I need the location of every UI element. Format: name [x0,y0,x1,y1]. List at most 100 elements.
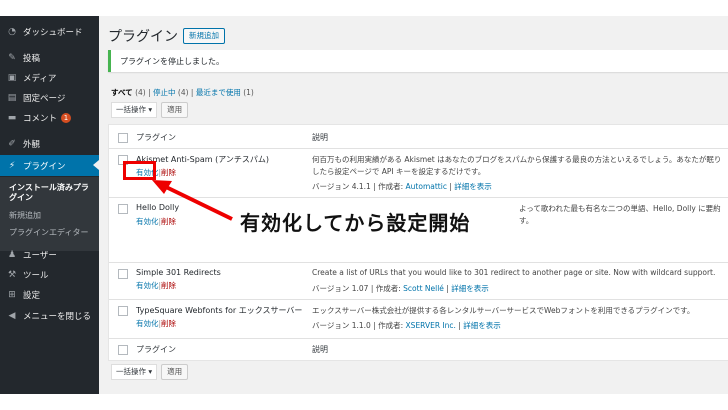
bulk-actions-top: 一括操作 ▾ 適用 [111,102,189,118]
filter-all-count: (4) [135,88,146,97]
notice-text: プラグインを停止しました。 [120,57,224,66]
select-all-checkbox-footer[interactable] [118,345,128,355]
submenu-plugin-editor[interactable]: プラグインエディター [9,227,88,238]
column-header-plugin: プラグイン [136,133,176,142]
plugin-name: TypeSquare Webfonts for エックスサーバー [136,306,303,315]
admin-sidebar: ◔ ダッシュボード ✎ 投稿 ▣ メディア ▤ 固定ページ ▬ コメント 1 ✐ 外観 ⚡ プラ… [0,16,99,394]
author-link[interactable]: Scott Nellé [403,284,444,293]
view-details-link[interactable]: 詳細を表示 [454,182,492,191]
plugin-meta: バージョン 1.1.0 | 作成者: XSERVER Inc. | 詳細を表示 [312,321,501,330]
sidebar-item-label: 投稿 [23,54,41,64]
sidebar-item-label: メディア [23,74,57,84]
author-label: 作成者: [378,182,404,191]
success-notice: プラグインを停止しました。 [108,50,728,72]
delete-link[interactable]: 削除 [161,168,176,177]
add-new-button[interactable]: 新規追加 [183,28,225,44]
plugin-meta: バージョン 1.07 | 作成者: Scott Nellé | 詳細を表示 [312,284,489,293]
filter-separator: | [190,88,194,97]
view-details-link[interactable]: 詳細を表示 [463,321,501,330]
filter-separator: | [148,88,151,97]
divider [109,338,728,339]
submenu-add-new[interactable]: 新規追加 [9,210,41,221]
sidebar-item-users[interactable]: ♟ ユーザー [0,245,99,265]
plugin-name: Hello Dolly [136,203,180,212]
filter-inactive-count: (4) [177,88,189,97]
sidebar-item-posts[interactable]: ✎ 投稿 [0,48,99,68]
media-icon: ▣ [7,73,17,83]
sidebar-item-label: 設定 [23,291,41,301]
settings-icon: ⊞ [8,290,16,300]
sidebar-item-label: ダッシュボード [23,28,83,38]
bulk-action-select[interactable]: 一括操作 ▾ [111,364,158,380]
view-details-link[interactable]: 詳細を表示 [451,284,489,293]
select-all-checkbox[interactable] [118,133,128,143]
plugin-actions: 有効化|削除 [136,280,176,291]
sidebar-item-comments[interactable]: ▬ コメント 1 [0,108,99,128]
main-content: プラグイン 新規追加 プラグインを停止しました。 すべて (4) | 停止中 (… [99,16,728,394]
comment-icon: ▬ [7,113,17,123]
filter-recent-count: (1) [243,88,254,97]
plugin-description-cont: す。 [519,216,534,225]
plugin-actions: 有効化|削除 [136,318,176,329]
plugins-table: プラグイン 説明 Akismet Anti-Spam (アンチスパム) 有効化|… [108,124,728,361]
highlight-box [123,161,156,180]
delete-link[interactable]: 削除 [161,319,176,328]
plugin-description-cont: したら設定ページで API キーを設定するだけです。 [312,167,486,176]
plugin-description: Create a list of URLs that you would lik… [312,268,716,277]
plugin-actions: 有効化|削除 [136,216,176,227]
sidebar-item-label: 固定ページ [23,94,66,104]
column-footer-plugin: プラグイン [136,345,176,354]
sidebar-item-tools[interactable]: ⚒ ツール [0,265,99,285]
author-link[interactable]: XSERVER Inc. [406,321,456,330]
plugin-icon: ⚡ [8,160,16,171]
author-label: 作成者: [378,321,404,330]
plugin-description: よって歌われた最も有名な二つの単語、Hello, Dolly に要約 [519,204,721,213]
wordpress-admin: ◔ ダッシュボード ✎ 投稿 ▣ メディア ▤ 固定ページ ▬ コメント 1 ✐ 外観 ⚡ プラ… [0,16,728,394]
activate-link[interactable]: 有効化 [136,319,159,328]
submenu-installed-plugins[interactable]: インストール済みプラグイン [9,183,95,203]
plugin-version: バージョン 4.1.1 [312,182,371,191]
divider [109,148,728,149]
sidebar-item-label: コメント [23,114,58,124]
sidebar-item-label: メニューを閉じる [23,312,92,322]
column-header-description: 説明 [312,133,328,142]
filter-all[interactable]: すべて [111,88,133,97]
delete-link[interactable]: 削除 [161,281,176,290]
sidebar-item-media[interactable]: ▣ メディア [0,68,99,88]
brush-icon: ✐ [8,139,16,149]
sidebar-item-dashboard[interactable]: ◔ ダッシュボード [0,22,99,42]
delete-link[interactable]: 削除 [161,217,176,226]
sidebar-item-plugins[interactable]: ⚡ プラグイン [0,155,99,176]
sidebar-item-settings[interactable]: ⊞ 設定 [0,285,99,305]
plugin-filters: すべて (4) | 停止中 (4) | 最近まで使用 (1) [111,87,254,98]
apply-button[interactable]: 適用 [161,364,189,380]
author-link[interactable]: Automattic [406,182,447,191]
row-checkbox[interactable] [118,269,128,279]
activate-link[interactable]: 有効化 [136,281,159,290]
collapse-icon: ◀ [8,311,16,321]
sidebar-item-pages[interactable]: ▤ 固定ページ [0,88,99,108]
sidebar-item-label: 外観 [23,140,41,150]
plugins-submenu: インストール済みプラグイン 新規追加 プラグインエディター [0,177,99,251]
bulk-actions-bottom: 一括操作 ▾ 適用 [111,364,189,380]
plugin-version: バージョン 1.1.0 [312,321,371,330]
plugin-description: 何百万もの利用実績がある Akismet はあなたのブログをスパムから保護する最… [312,155,722,164]
plugin-name: Simple 301 Redirects [136,268,221,277]
page-title: プラグイン [108,29,178,45]
plugin-version: バージョン 1.07 [312,284,369,293]
wrench-icon: ⚒ [7,270,17,280]
filter-inactive[interactable]: 停止中 [153,88,176,97]
row-checkbox[interactable] [118,204,128,214]
bulk-action-select[interactable]: 一括操作 ▾ [111,102,158,118]
divider [109,262,728,263]
sidebar-item-appearance[interactable]: ✐ 外観 [0,134,99,154]
sidebar-item-label: プラグイン [23,161,66,172]
apply-button[interactable]: 適用 [161,102,189,118]
annotation-callout: 有効化してから設定開始 [240,209,516,237]
filter-recently-active[interactable]: 最近まで使用 [196,88,241,97]
author-label: 作成者: [375,284,401,293]
row-checkbox[interactable] [118,306,128,316]
plugin-meta: バージョン 4.1.1 | 作成者: Automattic | 詳細を表示 [312,182,492,191]
activate-link[interactable]: 有効化 [136,217,159,226]
sidebar-item-collapse[interactable]: ◀ メニューを閉じる [0,306,99,326]
